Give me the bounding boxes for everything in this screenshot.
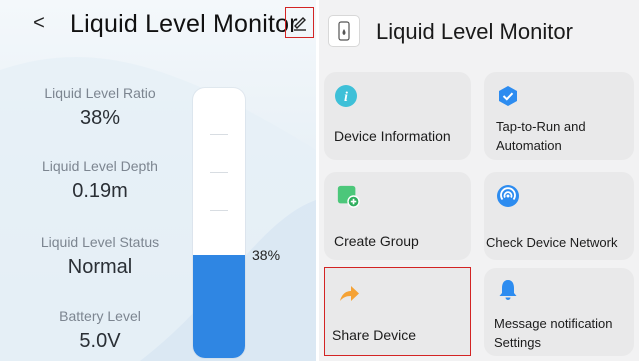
- tank-tick: [210, 210, 228, 211]
- info-icon: i: [335, 85, 357, 107]
- metric-label: Liquid Level Status: [40, 234, 160, 250]
- card-label: Check Device Network: [486, 235, 618, 250]
- metric-value: 0.19m: [72, 180, 128, 202]
- metric-value: 5.0V: [79, 330, 121, 352]
- metric-label: Liquid Level Depth: [42, 158, 158, 174]
- tap-to-run-automation-card[interactable]: Tap-to-Run and Automation: [484, 72, 634, 160]
- tank-tick: [210, 172, 228, 173]
- back-button[interactable]: <: [30, 10, 48, 36]
- card-label: Message notification Settings: [494, 316, 613, 350]
- device-thumbnail: [328, 15, 360, 47]
- header-bar: < Liquid Level Monitor: [0, 0, 316, 46]
- device-settings-panel: Liquid Level Monitor i Device Informatio…: [319, 0, 639, 361]
- settings-title: Liquid Level Monitor: [376, 19, 573, 44]
- message-notification-settings-card[interactable]: Message notification Settings: [484, 268, 634, 356]
- edit-button[interactable]: [285, 7, 314, 38]
- pencil-icon: [294, 17, 306, 31]
- metric-battery-level: Battery Level 5.0V: [0, 307, 200, 354]
- create-group-card[interactable]: Create Group: [324, 172, 471, 260]
- metric-value: Normal: [67, 256, 133, 278]
- metric-label: Liquid Level Ratio: [44, 85, 156, 101]
- add-group-icon: [337, 185, 360, 208]
- metric-liquid-level-ratio: Liquid Level Ratio 38%: [0, 84, 200, 131]
- share-device-card[interactable]: Share Device: [324, 267, 471, 356]
- page-title: Liquid Level Monitor: [70, 10, 298, 38]
- tank-tick: [210, 134, 228, 135]
- tank-fill-level: [193, 255, 245, 358]
- device-information-card[interactable]: i Device Information: [324, 72, 471, 160]
- settings-header: Liquid Level Monitor: [319, 0, 639, 62]
- tank-level-label: 38%: [252, 247, 281, 263]
- card-label: Tap-to-Run and Automation: [496, 119, 586, 153]
- network-signal-icon: [497, 185, 519, 207]
- svg-text:i: i: [344, 90, 348, 105]
- card-label: Device Information: [334, 128, 451, 144]
- share-arrow-icon: [340, 286, 359, 301]
- checkmark-shield-icon: [499, 86, 517, 106]
- metric-liquid-level-depth: Liquid Level Depth 0.19m: [0, 157, 200, 204]
- check-device-network-card[interactable]: Check Device Network: [484, 172, 634, 260]
- device-detail-panel: < Liquid Level Monitor Liquid Level Rati…: [0, 0, 316, 361]
- card-label: Share Device: [332, 327, 417, 343]
- card-label: Create Group: [334, 233, 419, 249]
- metric-liquid-level-status: Liquid Level Status Normal: [0, 233, 200, 280]
- liquid-level-tank: [193, 88, 245, 358]
- metric-value: 38%: [79, 107, 121, 129]
- bell-icon: [499, 280, 517, 300]
- liquid-sensor-icon: [338, 21, 350, 41]
- metric-label: Battery Level: [59, 308, 141, 324]
- tank-body: [193, 88, 245, 358]
